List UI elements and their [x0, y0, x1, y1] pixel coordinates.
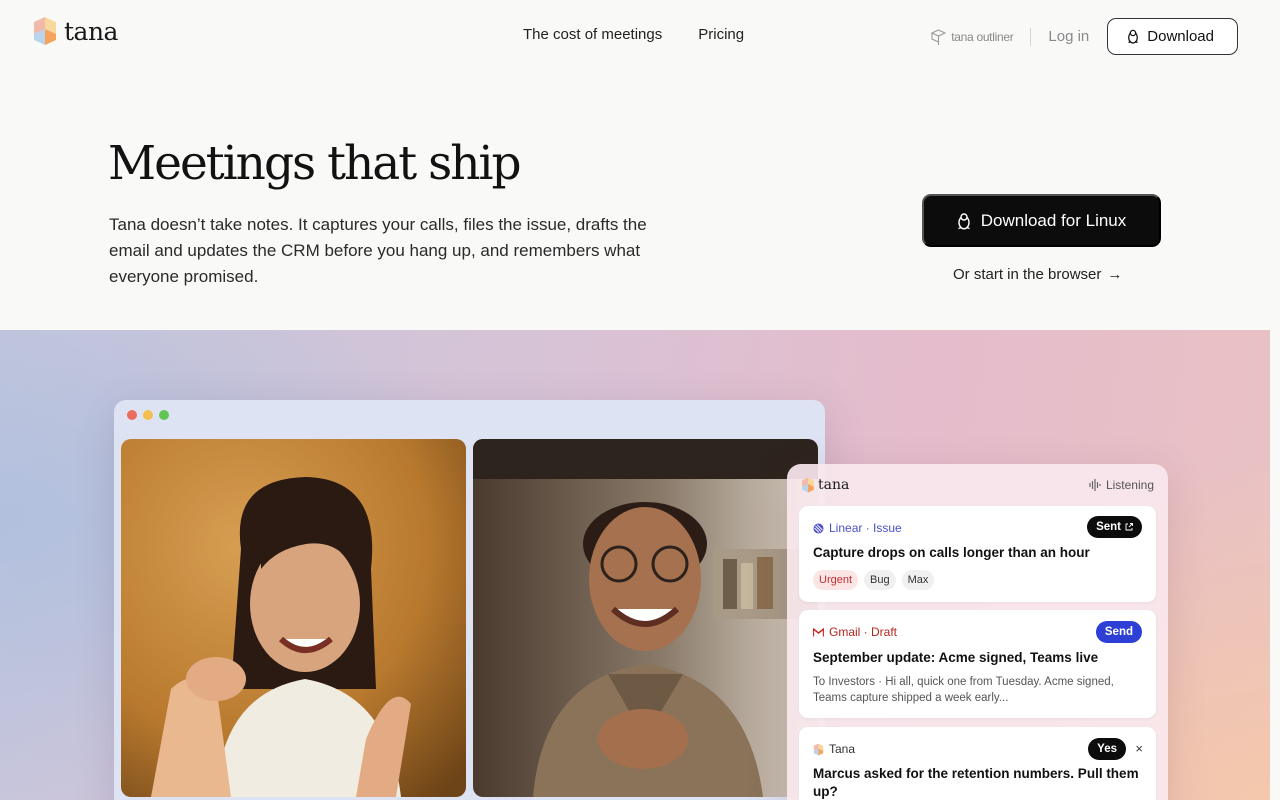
- tana-logo-icon: [802, 477, 814, 493]
- waveform-icon: [1089, 479, 1101, 491]
- zoom-dot-icon[interactable]: [159, 410, 169, 420]
- sent-pill-label: Sent: [1096, 521, 1121, 533]
- close-dot-icon[interactable]: [127, 410, 137, 420]
- yes-button-label: Yes: [1097, 743, 1117, 755]
- page: tana The cost of meetings Pricing tana o…: [0, 0, 1280, 800]
- card-source-label: Gmail · Draft: [829, 625, 898, 639]
- card-source-label: Tana: [829, 742, 856, 756]
- listening-status: Listening: [1089, 478, 1154, 492]
- video-call-window: [114, 400, 825, 800]
- listening-label: Listening: [1105, 478, 1154, 492]
- card-source: Linear · Issue: [813, 521, 902, 535]
- nav-link-cost-of-meetings[interactable]: The cost of meetings: [523, 26, 662, 43]
- start-in-browser-label: Or start in the browser: [953, 266, 1102, 283]
- nav-link-pricing[interactable]: Pricing: [698, 26, 744, 43]
- external-link-icon: [1125, 523, 1133, 531]
- logo-text: tana: [64, 16, 118, 46]
- linear-logo-icon: [813, 523, 824, 533]
- video-tile-participant-1: [121, 439, 466, 797]
- nav-divider: [1030, 27, 1032, 46]
- hero-title: Meetings that ship: [108, 136, 522, 191]
- participant-1-image: [121, 439, 466, 797]
- tana-assistant-panel: tana Listening Linear · Issue Sent Captu…: [787, 464, 1168, 800]
- arrow-right-icon: →: [1107, 266, 1123, 283]
- card-title: Capture drops on calls longer than an ho…: [813, 545, 1090, 560]
- card-tags: Urgent Bug Max: [813, 570, 935, 590]
- stage-edge: [1270, 330, 1280, 800]
- panel-brand: tana: [801, 477, 849, 493]
- start-in-browser-link[interactable]: Or start in the browser →: [953, 266, 1122, 283]
- dismiss-icon[interactable]: ×: [1135, 741, 1143, 756]
- tana-logo-icon: [34, 17, 56, 45]
- login-link[interactable]: Log in: [1048, 28, 1089, 45]
- linux-penguin-icon: [958, 212, 970, 230]
- send-button-label: Send: [1104, 626, 1133, 638]
- yes-button[interactable]: Yes: [1088, 738, 1126, 760]
- tag-bug[interactable]: Bug: [864, 570, 896, 590]
- card-source-label: Linear · Issue: [829, 521, 902, 535]
- video-tile-participant-2: [473, 439, 818, 797]
- download-button-label: Download: [1147, 28, 1214, 45]
- tana-outliner-label: tana outliner: [951, 29, 1014, 44]
- linear-issue-card[interactable]: Linear · Issue Sent Capture drops on cal…: [799, 506, 1156, 602]
- send-button[interactable]: Send: [1095, 621, 1142, 643]
- card-body: To Investors · Hi all, quick one from Tu…: [813, 676, 1114, 704]
- panel-brand-text: tana: [818, 477, 850, 493]
- top-nav: tana The cost of meetings Pricing tana o…: [0, 0, 1280, 72]
- tana-outliner-icon: [930, 28, 947, 45]
- participant-2-image: [473, 439, 818, 797]
- nav-actions: tana outliner Log in Download: [930, 18, 1238, 55]
- linux-penguin-icon: [1128, 29, 1139, 44]
- download-linux-button[interactable]: Download for Linux: [922, 194, 1161, 247]
- minimize-dot-icon[interactable]: [143, 410, 153, 420]
- tana-logo-icon: [813, 743, 824, 755]
- tana-outliner-link[interactable]: tana outliner: [930, 28, 1014, 46]
- panel-header: tana Listening: [801, 474, 1154, 496]
- nav-links: The cost of meetings Pricing: [523, 26, 744, 43]
- tana-prompt-card[interactable]: Tana Yes × Marcus asked for the retentio…: [799, 727, 1156, 800]
- tag-urgent[interactable]: Urgent: [813, 570, 859, 590]
- tag-assignee[interactable]: Max: [901, 570, 935, 590]
- gmail-draft-card[interactable]: Gmail · Draft Send September update: Acm…: [799, 610, 1156, 718]
- window-controls: [127, 410, 169, 420]
- card-source: Tana: [813, 742, 855, 756]
- gmail-logo-icon: [813, 627, 824, 636]
- download-linux-label: Download for Linux: [980, 210, 1127, 230]
- sent-pill[interactable]: Sent: [1087, 516, 1142, 538]
- card-title: September update: Acme signed, Teams liv…: [813, 650, 1099, 665]
- card-source: Gmail · Draft: [813, 625, 897, 639]
- card-title: Marcus asked for the retention numbers. …: [813, 766, 1139, 799]
- download-button[interactable]: Download: [1107, 18, 1238, 55]
- hero-subtitle: Tana doesn’t take notes. It captures you…: [109, 215, 647, 286]
- logo-link[interactable]: tana: [32, 16, 118, 46]
